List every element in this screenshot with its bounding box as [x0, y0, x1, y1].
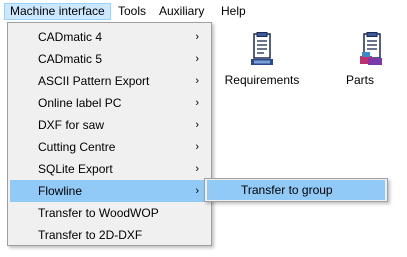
parts-icon — [360, 32, 382, 65]
menu-item-sqlite-export[interactable]: SQLite Export › — [10, 158, 209, 180]
menu-help[interactable]: Help — [216, 3, 251, 20]
menu-item-cadmatic-5[interactable]: CADmatic 5 › — [10, 48, 209, 70]
menu-item-label: Transfer to WoodWOP — [38, 206, 159, 220]
chevron-right-icon: › — [195, 141, 199, 153]
machine-interface-dropdown: CADmatic 4 › CADmatic 5 › ASCII Pattern … — [7, 22, 212, 246]
chevron-right-icon: › — [195, 119, 199, 131]
chevron-right-icon: › — [195, 97, 199, 109]
menu-item-transfer-to-woodwop[interactable]: Transfer to WoodWOP — [10, 202, 209, 224]
menu-item-label: Online label PC — [38, 96, 122, 110]
menu-item-flowline[interactable]: Flowline › — [10, 180, 209, 202]
parts-button[interactable]: Parts — [330, 28, 390, 88]
menu-item-ascii-pattern-export[interactable]: ASCII Pattern Export › — [10, 70, 209, 92]
chevron-right-icon: › — [195, 75, 199, 87]
menu-bar: Machine interface Tools Auxiliary Help — [0, 0, 407, 22]
menu-item-cutting-centre[interactable]: Cutting Centre › — [10, 136, 209, 158]
requirements-label: Requirements — [224, 73, 300, 87]
requirements-icon — [251, 32, 273, 65]
chevron-right-icon: › — [195, 163, 199, 175]
menu-item-label: Transfer to 2D-DXF — [38, 228, 143, 242]
menu-item-label: CADmatic 4 — [38, 30, 103, 44]
submenu-item-transfer-to-group[interactable]: Transfer to group — [207, 180, 385, 200]
menu-item-transfer-to-2d-dxf[interactable]: Transfer to 2D-DXF — [10, 224, 209, 246]
parts-label: Parts — [345, 73, 374, 87]
menu-item-label: SQLite Export — [38, 162, 113, 176]
menu-item-label: DXF for saw — [38, 118, 105, 132]
menu-auxiliary[interactable]: Auxiliary — [154, 3, 209, 20]
menu-item-label: Flowline — [38, 184, 83, 198]
requirements-button[interactable]: Requirements — [222, 28, 302, 88]
flowline-submenu: Transfer to group — [204, 178, 388, 202]
menu-item-label: CADmatic 5 — [38, 52, 103, 66]
menu-machine-interface[interactable]: Machine interface — [4, 3, 111, 20]
chevron-right-icon: › — [195, 31, 199, 43]
menu-item-label: Cutting Centre — [38, 140, 116, 154]
menu-item-cadmatic-4[interactable]: CADmatic 4 › — [10, 26, 209, 48]
chevron-right-icon: › — [195, 185, 199, 197]
menu-tools[interactable]: Tools — [113, 3, 151, 20]
menu-item-online-label-pc[interactable]: Online label PC › — [10, 92, 209, 114]
menu-item-dxf-for-saw[interactable]: DXF for saw › — [10, 114, 209, 136]
chevron-right-icon: › — [195, 53, 199, 65]
submenu-item-label: Transfer to group — [241, 183, 333, 197]
menu-item-label: ASCII Pattern Export — [38, 74, 150, 88]
